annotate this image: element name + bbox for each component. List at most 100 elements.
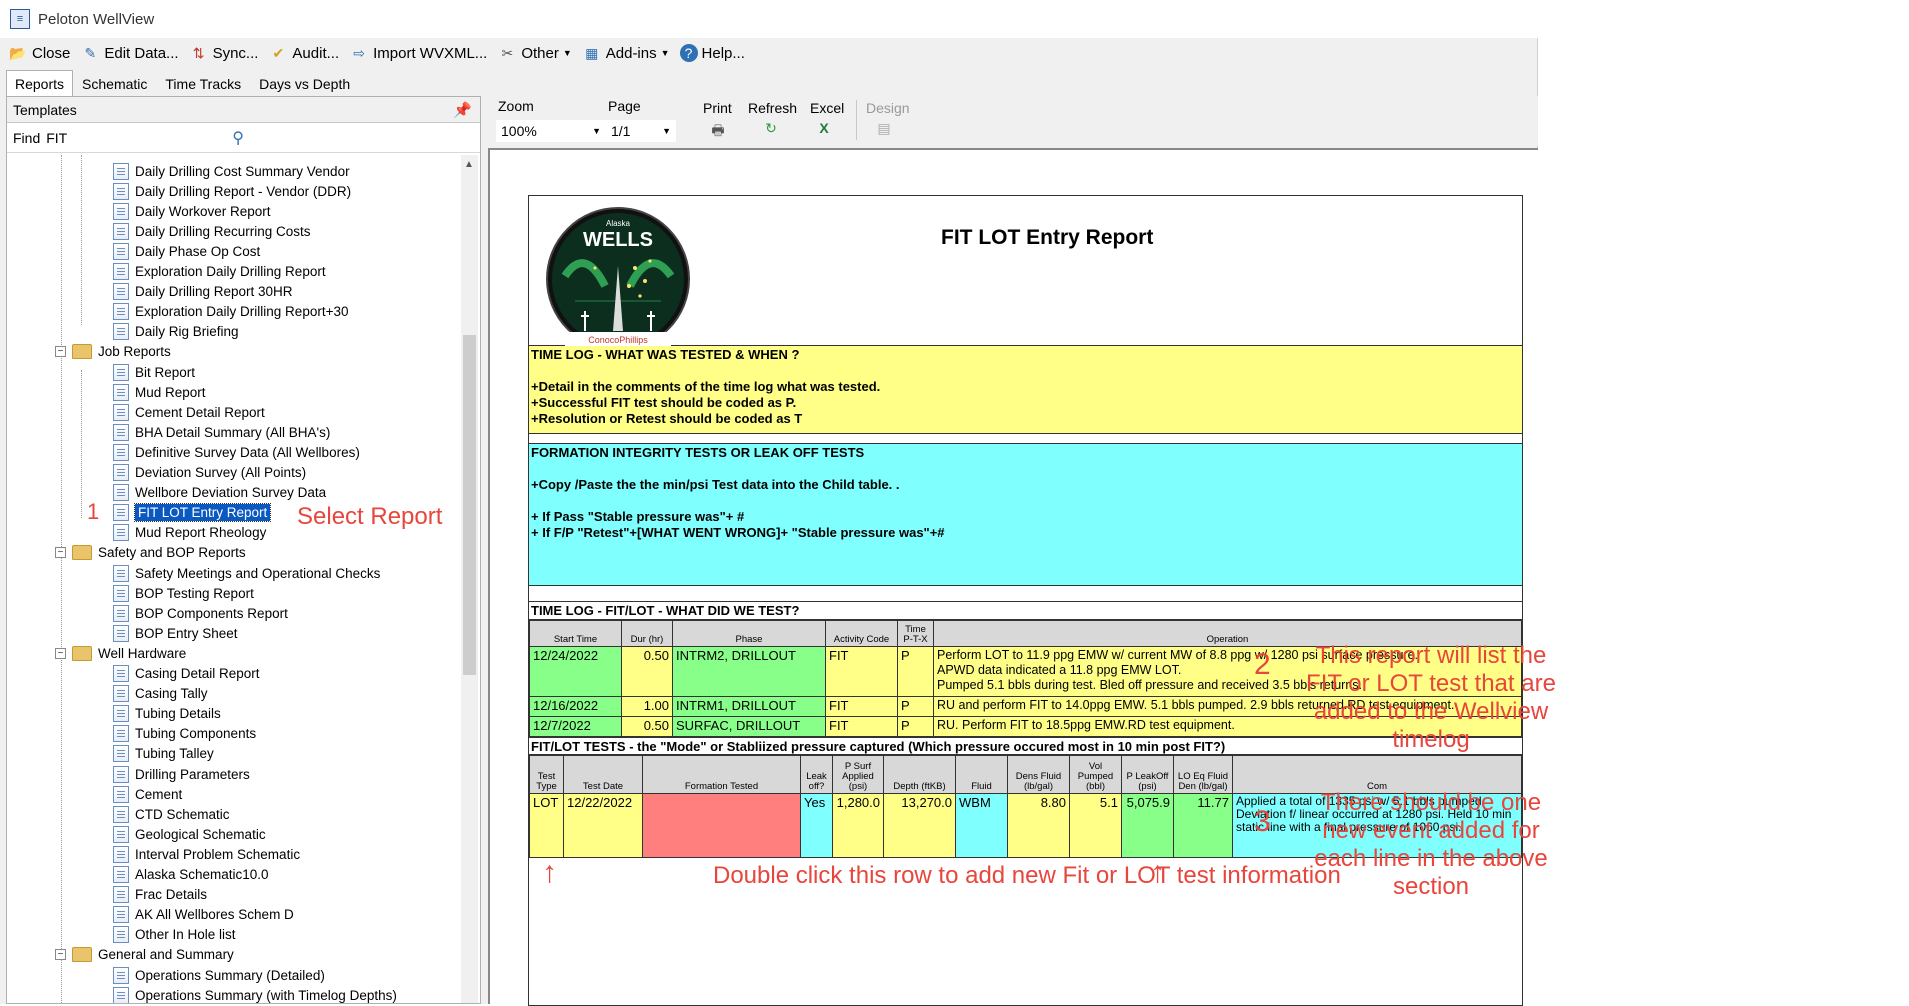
search-icon[interactable]: ⚲ bbox=[232, 128, 244, 148]
scroll-up-icon[interactable]: ▲ bbox=[464, 159, 474, 170]
tab-days-vs-depth[interactable]: Days vs Depth bbox=[250, 70, 359, 96]
help-button[interactable]: ? Help... bbox=[676, 40, 751, 66]
fit-instruction-line: + If F/P "Retest"+[WHAT WENT WRONG]+ "St… bbox=[531, 525, 945, 540]
tree-item[interactable]: AK All Wellbores Schem D bbox=[113, 905, 294, 925]
tree-item[interactable]: Operations Summary (with Timelog Depths) bbox=[113, 985, 397, 1003]
tree-item[interactable]: Cement Detail Report bbox=[113, 402, 265, 422]
tab-reports[interactable]: Reports bbox=[6, 70, 74, 96]
collapse-toggle-icon[interactable]: − bbox=[55, 547, 66, 559]
tools-icon: ✂ bbox=[501, 45, 514, 61]
start-time-cell: 12/7/2022 bbox=[529, 716, 622, 737]
close-button[interactable]: 📂 Close bbox=[4, 40, 76, 66]
start-time-cell: 12/16/2022 bbox=[529, 696, 622, 717]
print-label[interactable]: Print bbox=[703, 100, 732, 116]
tree-item[interactable]: Other In Hole list bbox=[113, 925, 236, 945]
tree-item[interactable]: Definitive Survey Data (All Wellbores) bbox=[113, 442, 360, 462]
tree-item[interactable]: BOP Testing Report bbox=[113, 583, 254, 603]
tree-item[interactable]: Daily Rig Briefing bbox=[113, 322, 239, 342]
tree-item[interactable]: BHA Detail Summary (All BHA's) bbox=[113, 422, 330, 442]
pin-icon[interactable]: 📌 bbox=[453, 101, 472, 119]
tree-item[interactable]: Daily Drilling Cost Summary Vendor bbox=[113, 161, 350, 181]
report-doc-icon bbox=[113, 705, 129, 723]
edit-data-button[interactable]: ✎ Edit Data... bbox=[76, 40, 184, 66]
tree-item[interactable]: Exploration Daily Drilling Report+30 bbox=[113, 302, 348, 322]
instruction-line: +Successful FIT test should be coded as … bbox=[531, 395, 797, 410]
sync-button[interactable]: ⇅ Sync... bbox=[185, 40, 265, 66]
excel-label[interactable]: Excel bbox=[810, 100, 844, 116]
tree-folder[interactable]: − Well Hardware bbox=[55, 643, 186, 663]
import-wvxml-button[interactable]: ⇨ Import WVXML... bbox=[345, 40, 493, 66]
tree-item[interactable]: Geological Schematic bbox=[113, 824, 266, 844]
tree-folder[interactable]: − Safety and BOP Reports bbox=[55, 543, 246, 563]
tree-item[interactable]: Tubing Details bbox=[113, 704, 221, 724]
excel-icon[interactable]: X bbox=[814, 120, 834, 138]
tree-item[interactable]: Bit Report bbox=[113, 362, 195, 382]
tree-folder[interactable]: − Job Reports bbox=[55, 342, 171, 362]
addins-menu[interactable]: ▦ Add-ins ▼ bbox=[578, 40, 676, 66]
other-menu[interactable]: ✂ Other ▼ bbox=[493, 40, 577, 66]
scroll-thumb[interactable] bbox=[463, 335, 476, 675]
tree-item[interactable]: CTD Schematic bbox=[113, 804, 230, 824]
tree-item[interactable]: Daily Drilling Report - Vendor (DDR) bbox=[113, 181, 351, 201]
import-icon: ⇨ bbox=[353, 45, 365, 61]
tree-item[interactable]: Tubing Talley bbox=[113, 744, 214, 764]
tree-item[interactable]: Mud Report bbox=[113, 382, 206, 402]
tree-item[interactable]: Casing Tally bbox=[113, 684, 208, 704]
report-doc-icon bbox=[113, 926, 129, 944]
collapse-toggle-icon[interactable]: − bbox=[55, 647, 66, 659]
templates-header: Templates 📌 bbox=[7, 97, 480, 123]
refresh-label[interactable]: Refresh bbox=[748, 100, 797, 116]
report-doc-icon bbox=[113, 363, 129, 381]
collapse-toggle-icon[interactable]: − bbox=[55, 949, 66, 961]
refresh-icon[interactable]: ↻ bbox=[761, 120, 781, 138]
report-doc-icon bbox=[113, 665, 129, 682]
tree-item[interactable]: BOP Components Report bbox=[113, 603, 288, 623]
tree-scrollbar[interactable]: ▲ bbox=[461, 155, 478, 1003]
tree-item[interactable]: Frac Details bbox=[113, 885, 207, 905]
audit-button[interactable]: ✔ Audit... bbox=[264, 40, 345, 66]
tree-item-label: Daily Drilling Cost Summary Vendor bbox=[135, 163, 350, 179]
tree-item[interactable]: Exploration Daily Drilling Report bbox=[113, 262, 326, 282]
tree-item[interactable]: Daily Drilling Recurring Costs bbox=[113, 221, 311, 241]
report-doc-icon bbox=[113, 785, 129, 803]
printer-icon[interactable]: 🖶 bbox=[708, 120, 728, 138]
tree-item[interactable]: Daily Drilling Report 30HR bbox=[113, 282, 293, 302]
zoom-select[interactable]: 100% ▼ bbox=[496, 120, 606, 142]
chevron-down-icon: ▼ bbox=[662, 126, 671, 136]
audit-icon: ✔ bbox=[272, 45, 285, 61]
time-ptx-cell: P bbox=[897, 646, 934, 697]
tree-item[interactable]: Casing Detail Report bbox=[113, 664, 260, 684]
tree-item[interactable]: Deviation Survey (All Points) bbox=[113, 463, 306, 483]
tree-item[interactable]: Daily Phase Op Cost bbox=[113, 241, 260, 261]
column-header: Fluid bbox=[955, 755, 1008, 794]
tree-item[interactable]: FIT LOT Entry Report bbox=[113, 503, 272, 523]
tab-schematic[interactable]: Schematic bbox=[73, 70, 156, 96]
tree-item[interactable]: Daily Workover Report bbox=[113, 201, 271, 221]
page-select[interactable]: 1/1 ▼ bbox=[606, 120, 676, 142]
column-header: Test Type bbox=[529, 755, 564, 794]
tab-time-tracks[interactable]: Time Tracks bbox=[156, 70, 250, 96]
duration-cell: 0.50 bbox=[621, 716, 673, 737]
column-header: Activity Code bbox=[825, 620, 898, 647]
tree-item[interactable]: Drilling Parameters bbox=[113, 764, 250, 784]
tree-item[interactable]: BOP Entry Sheet bbox=[113, 623, 238, 643]
tree-item[interactable]: Wellbore Deviation Survey Data bbox=[113, 483, 326, 503]
tree-item[interactable]: Tubing Components bbox=[113, 724, 256, 744]
report-doc-icon bbox=[113, 484, 129, 502]
tree-item[interactable]: Alaska Schematic10.0 bbox=[113, 865, 269, 885]
help-icon: ? bbox=[679, 44, 698, 62]
tree-folder[interactable]: − General and Summary bbox=[55, 945, 234, 965]
leak-off-cell: Yes bbox=[800, 793, 833, 858]
tree-item[interactable]: Mud Report Rheology bbox=[113, 523, 266, 543]
collapse-toggle-icon[interactable]: − bbox=[55, 346, 66, 358]
logo-main-text: WELLS bbox=[583, 229, 653, 251]
report-doc-icon bbox=[113, 745, 129, 763]
tree-item[interactable]: Safety Meetings and Operational Checks bbox=[113, 563, 380, 583]
report-doc-icon bbox=[113, 604, 129, 622]
tree-item[interactable]: Operations Summary (Detailed) bbox=[113, 965, 325, 985]
spacer bbox=[529, 434, 1522, 444]
tree-item[interactable]: Interval Problem Schematic bbox=[113, 844, 300, 864]
tree-item[interactable]: Cement bbox=[113, 784, 182, 804]
find-input[interactable] bbox=[46, 126, 227, 149]
report-doc-icon bbox=[113, 685, 129, 703]
